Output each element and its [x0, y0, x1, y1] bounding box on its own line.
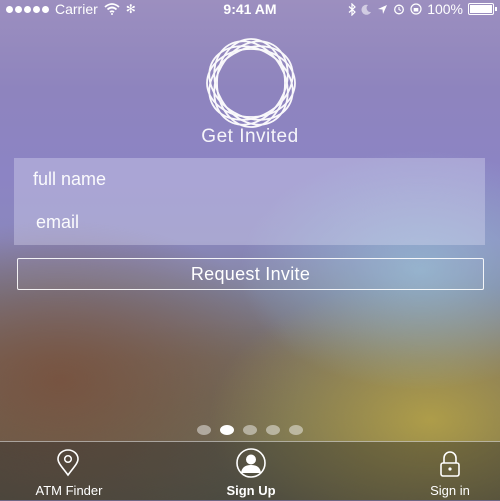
- status-right: 100%: [348, 0, 497, 18]
- request-invite-button[interactable]: Request Invite: [17, 258, 484, 290]
- moon-icon: [361, 4, 372, 15]
- status-bar: Carrier ✻ 9:41 AM 100%: [0, 0, 500, 18]
- ring-logo-icon: [206, 38, 296, 128]
- page-dot[interactable]: [197, 425, 211, 435]
- location-pin-icon: [57, 449, 79, 477]
- page-title: Get Invited: [201, 126, 299, 147]
- page-dot[interactable]: [266, 425, 280, 435]
- bluetooth-icon: [348, 2, 357, 16]
- location-icon: [378, 4, 388, 14]
- page-dot[interactable]: [289, 425, 303, 435]
- page-indicator: [0, 425, 500, 435]
- tab-sign-in[interactable]: Sign in: [400, 442, 500, 501]
- page-dot[interactable]: [243, 425, 257, 435]
- alarm-icon: [394, 4, 405, 15]
- page-dot-active[interactable]: [220, 425, 234, 435]
- tab-sign-in-label: Sign in: [430, 483, 470, 498]
- user-icon: [236, 448, 266, 478]
- tab-atm-finder-label: ATM Finder: [35, 483, 103, 498]
- battery-percent: 100%: [427, 1, 463, 17]
- invite-form: [14, 158, 485, 245]
- tab-bar: ATM Finder Sign Up Sign in: [0, 441, 500, 501]
- tab-sign-up-label: Sign Up: [226, 483, 276, 498]
- lock-rotation-icon: [410, 3, 422, 15]
- tab-atm-finder[interactable]: ATM Finder: [14, 442, 124, 501]
- full-name-field[interactable]: [14, 158, 485, 201]
- lock-icon: [440, 451, 460, 477]
- battery-icon: [468, 3, 497, 15]
- email-field[interactable]: [14, 201, 485, 244]
- tab-sign-up[interactable]: Sign Up: [196, 442, 306, 501]
